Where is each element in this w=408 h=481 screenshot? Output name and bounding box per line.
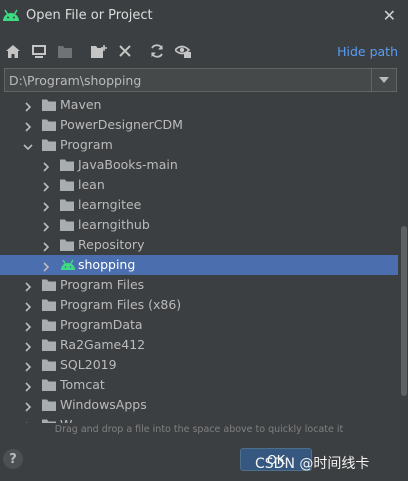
tree-row-label: shopping bbox=[78, 257, 136, 272]
tree-row-label: Tomcat bbox=[60, 377, 105, 392]
chevron-right-icon[interactable] bbox=[23, 120, 33, 135]
folder-icon bbox=[60, 239, 74, 254]
tree-row[interactable]: JavaBooks-main bbox=[0, 155, 398, 175]
new-folder-icon[interactable] bbox=[90, 42, 108, 60]
project-folder-icon[interactable] bbox=[56, 42, 74, 60]
folder-icon bbox=[42, 359, 56, 374]
folder-icon bbox=[60, 219, 74, 234]
tree-row-label: Program bbox=[60, 137, 113, 152]
tree-row-label: Program Files bbox=[60, 277, 145, 292]
tree-row-label: W... bbox=[60, 417, 83, 423]
folder-icon bbox=[42, 279, 56, 294]
chevron-right-icon[interactable] bbox=[23, 320, 33, 335]
folder-icon bbox=[42, 119, 56, 134]
path-input[interactable] bbox=[5, 69, 370, 91]
watermark: CSDN @时间线卡 bbox=[255, 456, 370, 472]
tree-row[interactable]: Ra2Game412 bbox=[0, 335, 398, 355]
chevron-right-icon[interactable] bbox=[23, 300, 33, 315]
tree-row[interactable]: lean bbox=[0, 175, 398, 195]
chevron-right-icon[interactable] bbox=[23, 100, 33, 115]
android-icon bbox=[2, 8, 20, 25]
folder-icon bbox=[42, 299, 56, 314]
tree-row[interactable]: SQL2019 bbox=[0, 355, 398, 375]
folder-icon bbox=[60, 159, 74, 174]
chevron-right-icon[interactable] bbox=[23, 340, 33, 355]
tree-row[interactable]: PowerDesignerCDM bbox=[0, 115, 398, 135]
refresh-icon[interactable] bbox=[148, 42, 166, 60]
tree-row[interactable]: Tomcat bbox=[0, 375, 398, 395]
toolbar: Hide path bbox=[0, 40, 408, 64]
tree-row[interactable]: Repository bbox=[0, 235, 398, 255]
window-title: Open File or Project bbox=[26, 8, 153, 23]
hide-path-link[interactable]: Hide path bbox=[337, 44, 398, 59]
chevron-down-icon[interactable] bbox=[371, 69, 396, 91]
folder-icon bbox=[42, 339, 56, 354]
tree-row-label: lean bbox=[78, 177, 105, 192]
folder-icon bbox=[42, 419, 56, 423]
folder-icon bbox=[60, 199, 74, 214]
tree-row[interactable]: shopping bbox=[0, 255, 398, 275]
tree-row[interactable]: WindowsApps bbox=[0, 395, 398, 415]
show-hidden-icon[interactable] bbox=[174, 42, 192, 60]
folder-icon bbox=[42, 99, 56, 114]
tree-row-label: PowerDesignerCDM bbox=[60, 117, 183, 132]
tree-row[interactable]: Maven bbox=[0, 95, 398, 115]
chevron-right-icon[interactable] bbox=[41, 240, 51, 255]
tree-row[interactable]: ProgramData bbox=[0, 315, 398, 335]
chevron-right-icon[interactable] bbox=[41, 160, 51, 175]
tree-row-label: Maven bbox=[60, 97, 102, 112]
title-bar: Open File or Project ✕ bbox=[0, 0, 408, 32]
tree-row-label: WindowsApps bbox=[60, 397, 147, 412]
folder-icon bbox=[42, 399, 56, 414]
tree-row[interactable]: Program Files bbox=[0, 275, 398, 295]
folder-icon bbox=[42, 319, 56, 334]
help-button[interactable]: ? bbox=[3, 449, 23, 469]
home-icon[interactable] bbox=[4, 42, 22, 60]
tree-row-label: Program Files (x86) bbox=[60, 297, 182, 312]
tree-row[interactable]: W... bbox=[0, 415, 398, 423]
chevron-right-icon[interactable] bbox=[23, 420, 33, 423]
tree-row[interactable]: learngithub bbox=[0, 215, 398, 235]
folder-icon bbox=[60, 179, 74, 194]
chevron-right-icon[interactable] bbox=[41, 200, 51, 215]
chevron-right-icon[interactable] bbox=[23, 400, 33, 415]
chevron-down-icon[interactable] bbox=[23, 140, 33, 155]
tree-row-label: Repository bbox=[78, 237, 145, 252]
tree-row-label: Ra2Game412 bbox=[60, 337, 146, 352]
desktop-icon[interactable] bbox=[30, 42, 48, 60]
chevron-right-icon[interactable] bbox=[41, 220, 51, 235]
chevron-right-icon[interactable] bbox=[23, 380, 33, 395]
tree-row-label: learngithub bbox=[78, 217, 150, 232]
path-field bbox=[4, 68, 397, 92]
close-icon[interactable]: ✕ bbox=[383, 6, 396, 25]
folder-icon bbox=[42, 379, 56, 394]
android-icon bbox=[60, 259, 76, 274]
folder-icon bbox=[42, 139, 56, 154]
tree-row-label: JavaBooks-main bbox=[78, 157, 178, 172]
delete-icon[interactable] bbox=[116, 42, 134, 60]
tree-row-label: ProgramData bbox=[60, 317, 143, 332]
file-tree: Maven PowerDesignerCDM Program JavaBooks-ma… bbox=[0, 93, 398, 423]
scrollbar-thumb[interactable] bbox=[401, 226, 407, 396]
chevron-right-icon[interactable] bbox=[23, 360, 33, 375]
chevron-right-icon[interactable] bbox=[41, 260, 51, 275]
tree-row[interactable]: learngitee bbox=[0, 195, 398, 215]
tree-row[interactable]: Program bbox=[0, 135, 398, 155]
tree-row[interactable]: Program Files (x86) bbox=[0, 295, 398, 315]
tree-row-label: learngitee bbox=[78, 197, 142, 212]
chevron-right-icon[interactable] bbox=[23, 280, 33, 295]
tree-row-label: SQL2019 bbox=[60, 357, 117, 372]
chevron-right-icon[interactable] bbox=[41, 180, 51, 195]
drag-drop-hint: Drag and drop a file into the space abov… bbox=[54, 424, 344, 435]
